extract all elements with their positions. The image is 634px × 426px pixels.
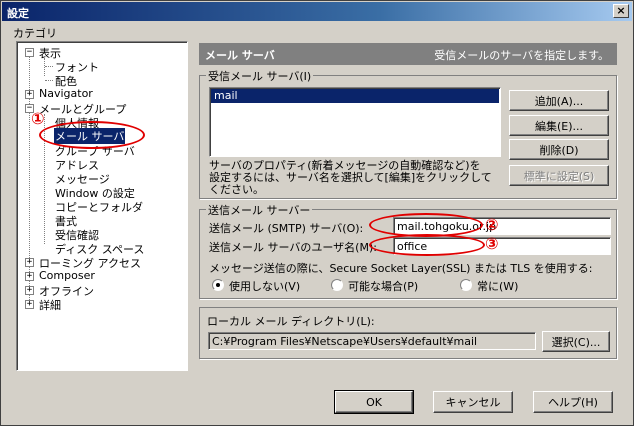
delete-server-button[interactable]: 削除(D) [509, 139, 609, 160]
annotation-number-1: ① [31, 109, 45, 128]
tree-item-composer[interactable]: Composer [39, 269, 95, 282]
incoming-help-line-3: ください。 [209, 183, 264, 196]
settings-dialog: 設定 × カテゴリ − 表示 フォント 配色 + Navigator − メール… [0, 0, 634, 426]
expander-advanced[interactable]: + [25, 300, 34, 309]
annotation-number-3: ③ [485, 234, 499, 253]
edit-server-button[interactable]: 編集(E)... [509, 115, 609, 136]
annotation-number-2: ② [485, 215, 499, 234]
title-bar: 設定 × [2, 2, 632, 21]
expander-offline[interactable]: + [25, 286, 34, 295]
ok-button[interactable]: OK [334, 390, 414, 414]
expander-display[interactable]: − [25, 48, 34, 57]
help-button[interactable]: ヘルプ(H) [533, 391, 613, 413]
expander-navigator[interactable]: + [25, 90, 34, 99]
tree-item-navigator[interactable]: Navigator [39, 87, 93, 100]
smtp-server-label: 送信メール (SMTP) サーバ(O): [209, 222, 364, 235]
expander-composer[interactable]: + [25, 272, 34, 281]
annotation-ellipse-3 [369, 234, 485, 256]
ssl-never-radio[interactable] [212, 279, 224, 291]
incoming-server-list[interactable]: mail [209, 87, 501, 157]
panel-description: 受信メールのサーバを指定します。 [434, 49, 609, 62]
panel-title: メール サーバ [205, 49, 275, 62]
category-label: カテゴリ [13, 27, 57, 40]
ssl-never-label[interactable]: 使用しない(V) [229, 278, 300, 294]
outgoing-group-title: 送信メール サーバー [206, 202, 313, 218]
ssl-description: メッセージ送信の際に、Secure Socket Layer(SSL) または … [209, 262, 593, 275]
category-tree[interactable]: − 表示 フォント 配色 + Navigator − メールとグループ 個人情報… [16, 41, 188, 371]
server-list-item[interactable]: mail [211, 89, 499, 103]
ssl-if-possible-radio[interactable] [331, 279, 343, 291]
add-server-button[interactable]: 追加(A)... [509, 90, 609, 111]
tree-item-advanced[interactable]: 詳細 [39, 297, 61, 313]
annotation-ellipse-1 [39, 121, 145, 149]
ssl-if-possible-label[interactable]: 可能な場合(P) [348, 278, 418, 294]
panel-header: メール サーバ 受信メールのサーバを指定します。 [199, 43, 617, 65]
choose-dir-button[interactable]: 選択(C)... [542, 331, 610, 352]
local-dir-path: C:¥Program Files¥Netscape¥Users¥default¥… [208, 332, 536, 350]
close-button[interactable]: × [613, 4, 629, 18]
expander-roaming[interactable]: + [25, 258, 34, 267]
window-title: 設定 [7, 7, 29, 20]
cancel-button[interactable]: キャンセル [433, 391, 513, 413]
incoming-group-title: 受信メール サーバ(I) [206, 68, 314, 84]
local-dir-label: ローカル メール ディレクトリ(L): [207, 315, 375, 328]
set-default-button[interactable]: 標準に設定(S) [509, 165, 609, 186]
smtp-user-label: 送信メール サーバのユーザ名(M): [209, 241, 377, 254]
ssl-always-label[interactable]: 常に(W) [477, 278, 518, 294]
ssl-always-radio[interactable] [460, 279, 472, 291]
